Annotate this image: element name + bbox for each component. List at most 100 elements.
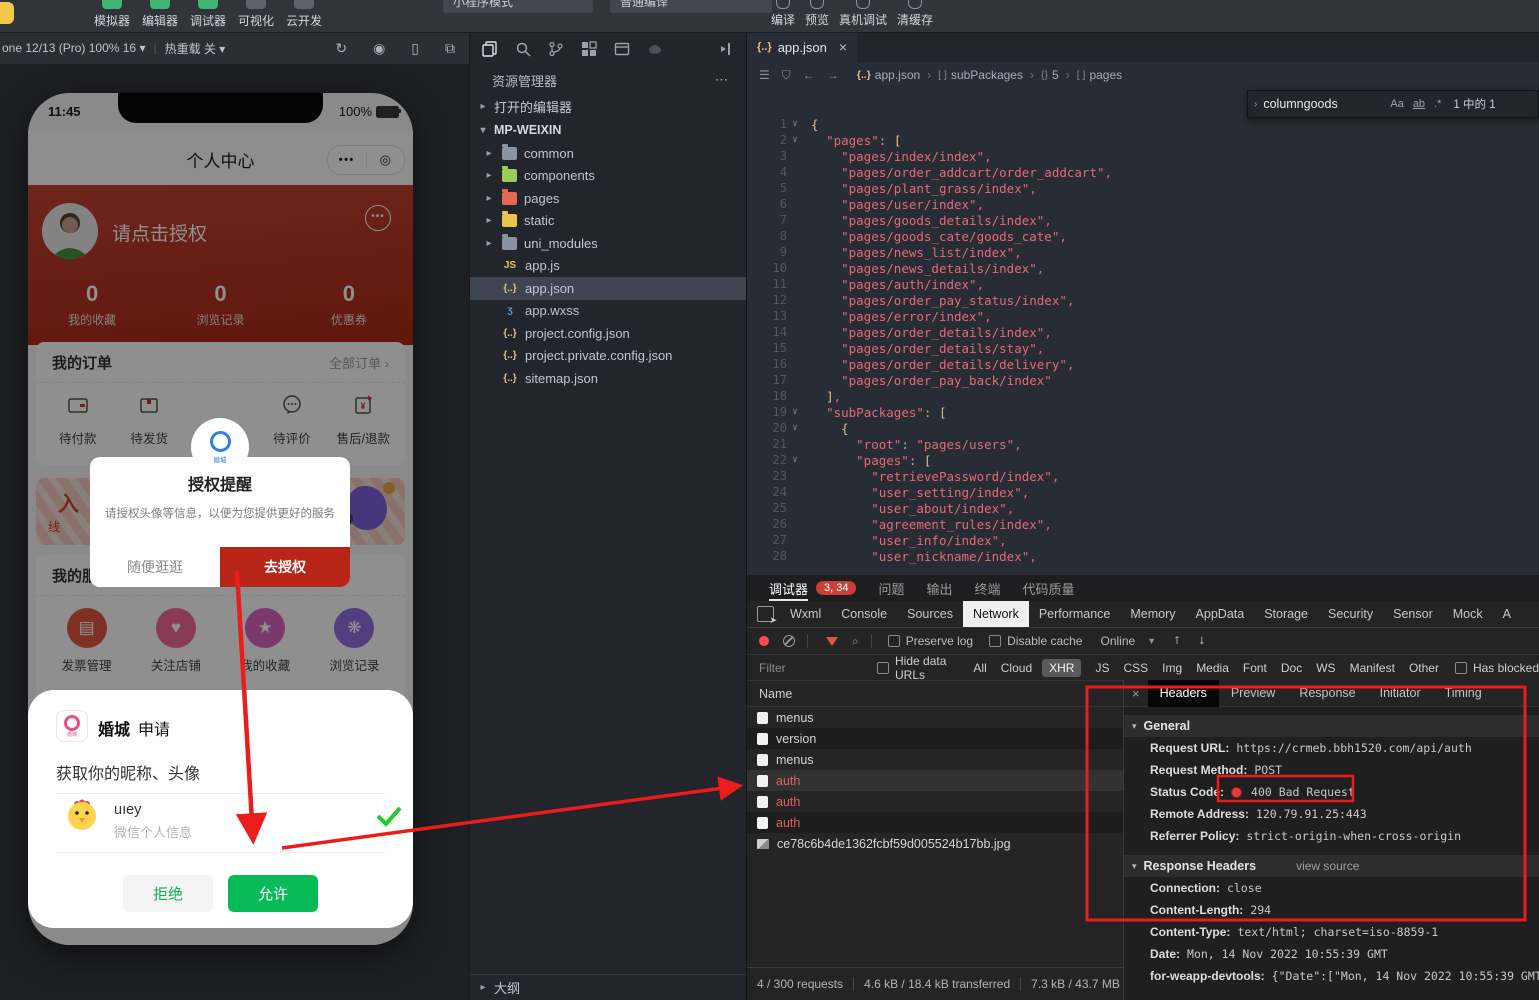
devtools-tab-Network[interactable]: Network: [963, 601, 1029, 628]
detail-tab-Response[interactable]: Response: [1287, 680, 1367, 707]
tree-item-app.json[interactable]: {..}app.json: [470, 277, 746, 300]
request-row-ce78c6b4de1362fcbf59d005524b17bb.jpg[interactable]: ce78c6b4de1362fcbf59d005524b17bb.jpg: [747, 833, 1123, 854]
detail-tab-Timing[interactable]: Timing: [1433, 680, 1494, 707]
preserve-log-checkbox[interactable]: [888, 635, 900, 647]
git-branch-icon[interactable]: [548, 41, 564, 57]
devtools-tab-AppData[interactable]: AppData: [1186, 601, 1255, 628]
panel-tab-问题[interactable]: 问题: [878, 575, 904, 601]
view-source-link[interactable]: view source: [1296, 859, 1359, 873]
bookmark-icon[interactable]: ⛉: [782, 68, 791, 83]
request-row-version[interactable]: version: [747, 728, 1123, 749]
filter-chip-Manifest[interactable]: Manifest: [1350, 661, 1395, 675]
record-icon[interactable]: [759, 636, 769, 646]
devtools-tab-A[interactable]: A: [1493, 601, 1521, 628]
element-picker-icon[interactable]: [757, 606, 774, 622]
filter-chip-Img[interactable]: Img: [1162, 661, 1182, 675]
fold-icon[interactable]: ∨: [787, 407, 803, 417]
devtools-tab-Sources[interactable]: Sources: [897, 601, 963, 628]
panel-tab-输出[interactable]: 输出: [927, 575, 953, 601]
stop-icon[interactable]: ◉: [373, 40, 385, 57]
search-icon[interactable]: [515, 41, 531, 57]
throttling-select[interactable]: Online ▾: [1100, 634, 1154, 648]
filter-chip-All[interactable]: All: [973, 661, 986, 675]
tab-app-json[interactable]: {..} app.json ×: [747, 32, 857, 62]
menu-icon[interactable]: ☰: [759, 68, 770, 82]
filter-chip-Media[interactable]: Media: [1196, 661, 1229, 675]
allow-button[interactable]: 允许: [228, 875, 318, 912]
outline-section[interactable]: ▸ 大纲: [470, 974, 746, 1000]
tree-item-static[interactable]: ▸static: [470, 210, 746, 233]
browse-around-button[interactable]: 随便逛逛: [90, 547, 220, 587]
fold-icon[interactable]: ∨: [787, 455, 803, 465]
fold-icon[interactable]: ∨: [787, 135, 803, 145]
filter-chip-CSS[interactable]: CSS: [1123, 661, 1148, 675]
toolbar-button-清缓存[interactable]: 清缓存: [897, 0, 933, 28]
detail-tab-Headers[interactable]: Headers: [1148, 680, 1219, 707]
tree-item-app.js[interactable]: JSapp.js: [470, 255, 746, 278]
nav-back-icon[interactable]: ←: [803, 68, 815, 82]
devtools-tab-Memory[interactable]: Memory: [1120, 601, 1185, 628]
request-row-menus[interactable]: menus: [747, 707, 1123, 728]
import-har-icon[interactable]: ⭡: [1174, 635, 1179, 648]
tree-item-project.config.json[interactable]: {..}project.config.json: [470, 322, 746, 345]
match-case-icon[interactable]: Aa: [1390, 98, 1403, 110]
devtools-tab-Console[interactable]: Console: [831, 601, 897, 628]
expand-search-icon[interactable]: ›: [1254, 99, 1257, 110]
panel-tab-调试器[interactable]: 调试器: [769, 575, 808, 601]
code-editor[interactable]: 1∨{2∨ "pages": [3 "pages/index/index",4 …: [747, 88, 1539, 575]
fold-icon[interactable]: ∨: [787, 423, 803, 433]
devtools-tab-Sensor[interactable]: Sensor: [1383, 601, 1443, 628]
collapse-sidebar-icon[interactable]: [718, 41, 734, 57]
tree-item-sitemap.json[interactable]: {..}sitemap.json: [470, 367, 746, 390]
filter-funnel-icon[interactable]: [826, 637, 838, 646]
request-row-auth[interactable]: auth: [747, 770, 1123, 791]
mode-select[interactable]: 小程序模式: [443, 0, 593, 13]
devtools-tab-Mock[interactable]: Mock: [1443, 601, 1493, 628]
filter-chip-Doc[interactable]: Doc: [1281, 661, 1302, 675]
toolbar-button-编辑器[interactable]: 编辑器: [136, 0, 184, 29]
filter-chip-XHR[interactable]: XHR: [1042, 659, 1081, 677]
devtools-tab-Performance[interactable]: Performance: [1029, 601, 1121, 628]
breadcrumb-item-pages[interactable]: [ ]pages: [1077, 68, 1122, 82]
close-tab-icon[interactable]: ×: [839, 39, 847, 55]
filter-chip-Cloud[interactable]: Cloud: [1001, 661, 1032, 675]
toolbar-button-编译[interactable]: 编译: [771, 0, 795, 28]
toolbar-button-预览[interactable]: 预览: [805, 0, 829, 28]
tree-item-components[interactable]: ▸components: [470, 165, 746, 188]
device-frame-icon[interactable]: ▯: [411, 40, 419, 57]
extensions-icon[interactable]: [581, 41, 597, 57]
toolbar-button-调试器[interactable]: 调试器: [184, 0, 232, 29]
devtools-tab-Storage[interactable]: Storage: [1254, 601, 1318, 628]
has-blocked-checkbox[interactable]: [1455, 662, 1467, 674]
tree-item-app.wxss[interactable]: ʒapp.wxss: [470, 300, 746, 323]
request-list-header[interactable]: Name: [747, 680, 1123, 707]
deny-button[interactable]: 拒绝: [123, 875, 213, 912]
breadcrumb-item-5[interactable]: {}5: [1041, 68, 1059, 82]
more-actions-icon[interactable]: ⋯: [715, 72, 728, 88]
filter-chip-JS[interactable]: JS: [1095, 661, 1109, 675]
search-input[interactable]: columngoods: [1263, 97, 1381, 111]
project-root[interactable]: ▾ MP-WEIXIN: [470, 118, 746, 142]
tree-item-uni_modules[interactable]: ▸uni_modules: [470, 232, 746, 255]
response-headers-section-header[interactable]: ▾ Response Headers view source: [1124, 855, 1539, 877]
device-select[interactable]: one 12/13 (Pro) 100% 16 ▾: [2, 41, 145, 55]
detail-tab-Initiator[interactable]: Initiator: [1368, 680, 1433, 707]
toolbar-button-模拟器[interactable]: 模拟器: [88, 0, 136, 29]
toolbar-button-真机调试[interactable]: 真机调试: [839, 0, 887, 28]
files-icon[interactable]: [482, 41, 498, 57]
filter-chip-Font[interactable]: Font: [1243, 661, 1267, 675]
tree-item-project.private.config.json[interactable]: {..}project.private.config.json: [470, 345, 746, 368]
general-section-header[interactable]: ▾ General: [1124, 715, 1539, 737]
hot-reload-toggle[interactable]: 热重载 关 ▾: [165, 40, 226, 57]
fold-icon[interactable]: ∨: [787, 119, 803, 129]
breadcrumb-item-subPackages[interactable]: [ ]subPackages: [938, 68, 1023, 82]
tree-item-pages[interactable]: ▸pages: [470, 187, 746, 210]
export-har-icon[interactable]: ⭣: [1199, 635, 1204, 648]
close-detail-icon[interactable]: ×: [1132, 686, 1140, 701]
hide-data-urls-checkbox[interactable]: [877, 662, 889, 674]
search-icon[interactable]: ⌕: [852, 634, 859, 649]
clear-icon[interactable]: [783, 635, 795, 647]
detail-tab-Preview[interactable]: Preview: [1219, 680, 1287, 707]
breadcrumb-item-app.json[interactable]: {..}app.json: [857, 68, 920, 82]
regex-icon[interactable]: .*: [1434, 98, 1441, 110]
